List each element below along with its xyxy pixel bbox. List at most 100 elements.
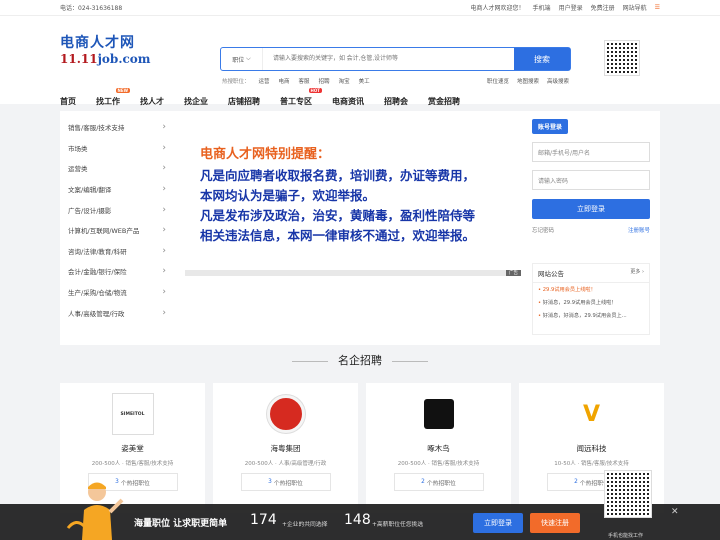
company-cards: SIMEITOL 姿美堂 200-500人 · 销售/客服/技术支持 3 个热招职… [60, 383, 664, 513]
map-search-link[interactable]: 地图搜索 [517, 77, 539, 85]
announcement-item[interactable]: 好消息，好消息，29.9试用会员上... [533, 309, 649, 322]
header: 电商人才网 11.11job.com 职位 ⌵ 搜索 热搜职位： 运营 电商 客… [0, 16, 720, 107]
category-item[interactable]: 会计/金融/银行/保险 [60, 261, 172, 282]
company-name: 啄木鸟 [427, 444, 450, 453]
company-meta: 200-500人 · 销售/客服/技术支持 [397, 461, 480, 467]
hot-item[interactable]: 电商 [279, 77, 290, 85]
promo-slogan: 海量职位 让求职更简单 [134, 519, 228, 529]
qr-code-icon [604, 40, 640, 76]
hot-item[interactable]: 客服 [299, 77, 310, 85]
company-name: 姿美堂 [121, 444, 144, 453]
category-item[interactable]: 文案/编辑/翻译 [60, 179, 172, 200]
password-field[interactable]: 请输入密码 [532, 170, 650, 190]
nav-item[interactable]: 普工专区 HOT [280, 88, 322, 107]
phone-text: 电话：024-31636188 [60, 5, 123, 12]
category-list: 销售/客服/技术支持 市场类 运营类 文案/编辑/翻译 广告/设计/摄影 计算机… [60, 117, 172, 323]
new-badge: NEW [115, 88, 130, 93]
nav-item[interactable]: 赏金招聘 [428, 96, 460, 107]
welcome-text: 电商人才网欢迎您！ [470, 5, 525, 12]
company-card[interactable]: 啄木鸟 200-500人 · 销售/客服/技术支持 2 个热招职位 [366, 383, 511, 513]
category-item[interactable]: 运营类 [60, 158, 172, 179]
category-item[interactable]: 计算机/互联网/WEB产品 [60, 220, 172, 241]
close-icon[interactable]: ✕ [671, 507, 679, 517]
category-item[interactable]: 生产/采购/仓储/物流 [60, 282, 172, 303]
nav-item[interactable]: 招聘会 [384, 96, 408, 107]
hot-searches: 热搜职位： 运营 电商 客服 招聘 淘宝 美工 [222, 77, 370, 85]
mobile-link[interactable]: 手机端 [533, 3, 551, 12]
hot-item[interactable]: 招聘 [319, 77, 330, 85]
category-item[interactable]: 广告/设计/摄影 [60, 199, 172, 220]
notice-line: 相关违法信息，本网一律审核不通过，欢迎举报。 [200, 228, 476, 243]
promo-register-button[interactable]: 快速注册 [530, 513, 580, 533]
username-field[interactable]: 邮箱/手机号/用户名 [532, 142, 650, 162]
nav-item[interactable]: 找工作 NEW [96, 88, 130, 107]
nav-item[interactable]: 找人才 [140, 96, 164, 107]
nav-item[interactable]: 电商资讯 [332, 96, 364, 107]
main-panel: 销售/客服/技术支持 市场类 运营类 文案/编辑/翻译 广告/设计/摄影 计算机… [60, 111, 660, 345]
login-tab[interactable]: 账号登录 [532, 119, 569, 134]
job-count-text: +高薪职位任您挑选 [372, 522, 424, 528]
notice-line: 本网均认为是骗子，欢迎举报。 [200, 188, 376, 203]
company-count-text: +企业的共同选择 [282, 522, 328, 528]
hot-badge: HOT [308, 88, 322, 93]
announcement-box: 网站公告 更多 › 29.9试用会员上线啦！ 好消息，29.9试用会员上线啦！ 好… [532, 263, 650, 335]
category-item[interactable]: 销售/客服/技术支持 [60, 117, 172, 138]
company-card[interactable]: 海粤集团 200-500人 · 人事/高级管理/行政 3 个热招职位 [213, 383, 358, 513]
more-link[interactable]: 更多 › [630, 268, 644, 278]
notice-banner: 电商人才网特别提醒： 凡是向应聘者收取报名费，培训费，办证等费用， 本网均认为是… [200, 145, 475, 246]
forgot-password-link[interactable]: 忘记密码 [532, 226, 554, 234]
nav-item[interactable]: 首页 [60, 96, 76, 107]
promo-login-button[interactable]: 立即登录 [473, 513, 523, 533]
mascot-illustration [66, 482, 124, 540]
job-count: 148 [344, 512, 371, 528]
notice-line: 凡是向应聘者收取报名费，培训费，办证等费用， [200, 168, 476, 183]
company-logo [418, 393, 460, 435]
hot-item[interactable]: 美工 [359, 77, 370, 85]
user-login-link[interactable]: 用户登录 [559, 3, 583, 12]
site-logo[interactable]: 电商人才网 11.11job.com [60, 32, 151, 66]
announcement-item[interactable]: 29.9试用会员上线啦！ [533, 283, 649, 296]
hot-jobs-button[interactable]: 3 个热招职位 [240, 473, 331, 491]
company-name: 闻远科技 [576, 444, 607, 453]
ad-tag: 广告 [506, 270, 521, 276]
qr-caption: 手机也能找工作 [608, 533, 644, 539]
search-input[interactable] [263, 48, 514, 70]
category-item[interactable]: 市场类 [60, 138, 172, 159]
top-bar: 电话：024-31636188 电商人才网欢迎您！ 手机端 用户登录 免费注册 … [0, 0, 720, 16]
announcement-item[interactable]: 好消息，29.9试用会员上线啦！ [533, 296, 649, 309]
hot-jobs-button[interactable]: 2 个热招职位 [393, 473, 484, 491]
search-category-select[interactable]: 职位 ⌵ [221, 48, 263, 70]
side-qr-code-icon [604, 470, 652, 518]
free-register-link[interactable]: 免费注册 [591, 3, 615, 12]
company-name: 海粤集团 [270, 444, 301, 453]
login-box: 账号登录 邮箱/手机号/用户名 请输入密码 立即登录 忘记密码 注册账号 [532, 119, 650, 234]
register-link[interactable]: 注册账号 [628, 226, 650, 234]
company-logo: V [582, 401, 601, 427]
notice-line: 凡是发布涉及政治，治安，黄赌毒，盈利性陪侍等 [200, 208, 476, 223]
login-button[interactable]: 立即登录 [532, 199, 650, 219]
company-count: 174 [250, 512, 277, 528]
menu-icon[interactable]: ☰ [655, 4, 660, 11]
site-nav-link[interactable]: 网站导航 [623, 3, 647, 12]
hot-item[interactable]: 淘宝 [339, 77, 350, 85]
company-meta: 200-500人 · 人事/高级管理/行政 [244, 461, 327, 467]
announcement-title: 网站公告 [538, 270, 564, 278]
category-item[interactable]: 人事/高级管理/行政 [60, 302, 172, 323]
company-logo [265, 393, 307, 435]
nav-item[interactable]: 找企业 [184, 96, 208, 107]
hot-item[interactable]: 运营 [259, 77, 270, 85]
nav-item[interactable]: 店铺招聘 [228, 96, 260, 107]
company-meta: 200-500人 · 销售/客服/技术支持 [91, 461, 174, 467]
company-meta: 10-50人 · 销售/客服/技术支持 [554, 461, 629, 467]
notice-title: 电商人才网特别提醒： [200, 147, 331, 162]
banner-slider[interactable]: 广告 [185, 270, 521, 276]
category-item[interactable]: 咨询/法律/教育/科研 [60, 241, 172, 262]
search-button[interactable]: 搜索 [514, 48, 570, 70]
company-logo: SIMEITOL [111, 393, 154, 435]
job-browse-link[interactable]: 职位速览 [487, 77, 509, 85]
main-nav: 首页 找工作 NEW 找人才 找企业 店铺招聘 普工专区 HOT 电商资讯 招聘会 … [60, 88, 480, 107]
search-bar: 职位 ⌵ 搜索 [220, 47, 571, 71]
search-links: 职位速览 地图搜索 高级搜索 [487, 77, 569, 85]
section-title: 名企招聘 [0, 352, 720, 368]
advanced-search-link[interactable]: 高级搜索 [547, 77, 569, 85]
